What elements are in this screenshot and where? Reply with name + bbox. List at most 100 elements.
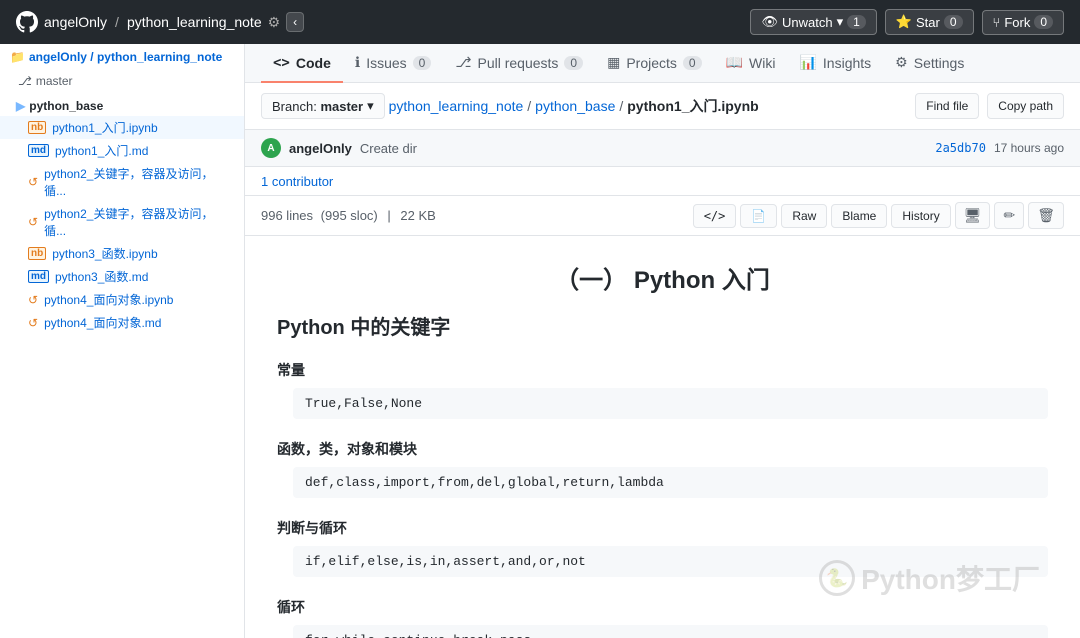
rendered-view-button[interactable]: 📄: [740, 204, 777, 228]
content-sub2: 函数，类，对象和模块: [277, 439, 1048, 459]
main-layout: 📁 angelOnly / python_learning_note ⎇ mas…: [0, 44, 1080, 638]
sidebar-root-link[interactable]: 📁 angelOnly / python_learning_note: [0, 44, 244, 70]
file-size-sep: |: [387, 208, 390, 223]
find-file-button[interactable]: Find file: [915, 93, 979, 119]
content-code2: def,class,import,from,del,global,return,…: [293, 467, 1048, 498]
commit-time: 17 hours ago: [994, 141, 1064, 155]
branch-chevron-icon: ▾: [367, 98, 374, 114]
contributor-link[interactable]: 1 contributor: [261, 174, 333, 189]
sidebar-item-2[interactable]: ↺ python2_关键字，容器及访问，循...: [0, 162, 244, 202]
tab-insights-label: Insights: [823, 55, 871, 71]
file-breadcrumb: Branch: master ▾ python_learning_note / …: [245, 83, 1080, 130]
star-button[interactable]: ⭐ Star 0: [885, 9, 974, 35]
eye-icon: 👁: [761, 14, 778, 30]
top-bar: angelOnly / python_learning_note ⚙ ‹ 👁 U…: [0, 0, 1080, 44]
history-button[interactable]: History: [891, 204, 950, 228]
code-view-button[interactable]: </>: [693, 204, 737, 228]
content-section1-title: Python 中的关键字: [277, 311, 1048, 340]
breadcrumb-sep-1: /: [527, 98, 531, 114]
tab-settings[interactable]: ⚙ Settings: [883, 44, 976, 83]
issues-icon: ℹ: [355, 54, 360, 71]
breadcrumb-repo[interactable]: python_learning_note: [389, 98, 524, 114]
top-bar-left: angelOnly / python_learning_note ⚙ ‹: [16, 11, 304, 33]
repo-settings-icon[interactable]: ⚙: [268, 14, 281, 31]
pr-icon: ⎇: [455, 54, 471, 71]
tab-issues[interactable]: ℹ Issues 0: [343, 44, 443, 83]
repo-link[interactable]: python_learning_note: [127, 14, 262, 30]
edit-button[interactable]: ✏: [994, 202, 1024, 229]
commit-author[interactable]: angelOnly: [289, 141, 352, 156]
breadcrumb-folder[interactable]: python_base: [535, 98, 615, 114]
projects-icon: ▦: [607, 54, 620, 71]
commit-right: 2a5db70 17 hours ago: [935, 141, 1064, 155]
sidebar-item-label-0: python1_入门.ipynb: [52, 119, 157, 136]
sidebar-item-6[interactable]: ↺ python4_面向对象.ipynb: [0, 288, 244, 311]
branch-icon: ⎇: [18, 74, 32, 88]
tab-pull-requests[interactable]: ⎇ Pull requests 0: [443, 44, 595, 83]
star-label: Star: [916, 15, 940, 30]
fork-icon: ⑂: [993, 15, 1001, 30]
file-stats-right: </> 📄 Raw Blame History 🖥 ✏ 🗑: [693, 202, 1064, 229]
raw-button[interactable]: Raw: [781, 204, 827, 228]
branch-selector[interactable]: Branch: master ▾: [261, 93, 385, 119]
tab-code-label: Code: [296, 55, 331, 71]
sidebar-branch: ⎇ master: [0, 70, 244, 96]
sidebar-item-5[interactable]: md python3_函数.md: [0, 265, 244, 288]
loop-icon-2: ↺: [28, 175, 38, 189]
sidebar-item-0[interactable]: nb python1_入门.ipynb: [0, 116, 244, 139]
file-stats-left: 996 lines (995 sloc) | 22 KB: [261, 208, 436, 223]
sidebar-item-1[interactable]: md python1_入门.md: [0, 139, 244, 162]
sidebar-item-label-3: python2_关键字，容器及访问，循...: [44, 205, 234, 239]
breadcrumb-file: python1_入门.ipynb: [627, 96, 758, 116]
file-breadcrumb-actions: Find file Copy path: [915, 93, 1064, 119]
content-title: （一） Python 入门: [277, 260, 1048, 295]
file-lines: 996 lines: [261, 208, 313, 223]
blame-button[interactable]: Blame: [831, 204, 887, 228]
sidebar-item-7[interactable]: ↺ python4_面向对象.md: [0, 311, 244, 334]
commit-info: A angelOnly Create dir 2a5db70 17 hours …: [245, 130, 1080, 167]
sidebar-folder-python-base[interactable]: ▶ python_base: [0, 96, 244, 116]
breadcrumb-sep-2: /: [619, 98, 623, 114]
copy-path-button[interactable]: Copy path: [987, 93, 1064, 119]
sidebar-item-4[interactable]: nb python3_函数.ipynb: [0, 242, 244, 265]
delete-button[interactable]: 🗑: [1028, 202, 1064, 229]
commit-sha[interactable]: 2a5db70: [935, 141, 986, 155]
top-bar-right: 👁 Unwatch ▾ 1 ⭐ Star 0 ⑂ Fork 0: [750, 9, 1064, 35]
watch-dropdown-icon: ▾: [837, 14, 844, 30]
sidebar-item-label-1: python1_入门.md: [55, 142, 148, 159]
tab-projects[interactable]: ▦ Projects 0: [595, 44, 714, 83]
branch-name: master: [320, 99, 363, 114]
code-view-icon: </>: [704, 209, 726, 223]
tab-settings-label: Settings: [914, 55, 965, 71]
content-code4: for,while,continue,break,pass: [293, 625, 1048, 638]
avatar: A: [261, 138, 281, 158]
sidebar-item-label-4: python3_函数.ipynb: [52, 245, 157, 262]
tab-code[interactable]: <> Code: [261, 45, 343, 83]
fork-button[interactable]: ⑂ Fork 0: [982, 10, 1065, 35]
loop-icon-3: ↺: [28, 215, 38, 229]
file-content: （一） Python 入门 Python 中的关键字 常量 True,False…: [245, 236, 1080, 638]
desktop-button[interactable]: 🖥: [955, 202, 991, 229]
content-area: <> Code ℹ Issues 0 ⎇ Pull requests 0 ▦ P…: [245, 44, 1080, 638]
insights-icon: 📊: [799, 54, 816, 71]
sidebar-item-3[interactable]: ↺ python2_关键字，容器及访问，循...: [0, 202, 244, 242]
file-doc-icon: 📄: [751, 209, 766, 223]
watch-button[interactable]: 👁 Unwatch ▾ 1: [750, 9, 876, 35]
user-link[interactable]: angelOnly: [44, 14, 107, 30]
issues-badge: 0: [413, 56, 432, 70]
sidebar-item-label-2: python2_关键字，容器及访问，循...: [44, 165, 234, 199]
folder-label: python_base: [29, 99, 103, 113]
tab-wiki[interactable]: 📖 Wiki: [714, 44, 788, 83]
loop-icon-7: ↺: [28, 316, 38, 330]
github-icon: [16, 11, 38, 33]
file-path: Branch: master ▾ python_learning_note / …: [261, 93, 759, 119]
loop-icon-6: ↺: [28, 293, 38, 307]
file-sloc: (995 sloc): [321, 208, 378, 223]
ipynb-icon-0: nb: [28, 121, 46, 134]
md-icon-5: md: [28, 270, 49, 283]
desktop-icon: 🖥: [964, 207, 982, 223]
commit-message: Create dir: [360, 141, 417, 156]
tab-insights[interactable]: 📊 Insights: [787, 44, 883, 83]
sidebar-toggle[interactable]: ‹: [286, 12, 304, 32]
projects-badge: 0: [683, 56, 702, 70]
